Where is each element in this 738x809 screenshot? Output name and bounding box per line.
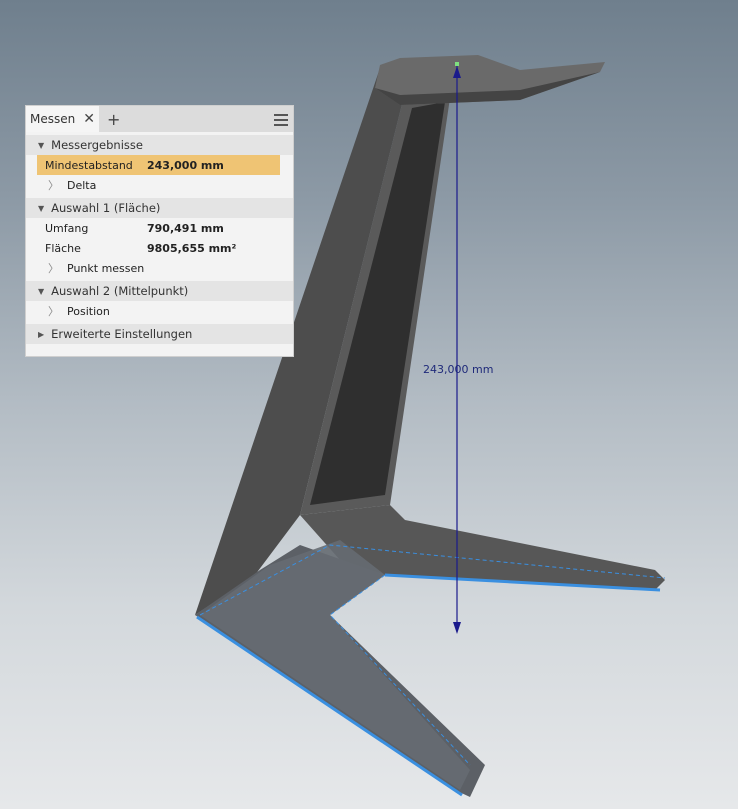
section-title: Auswahl 2 (Mittelpunkt) <box>51 284 189 298</box>
measure-panel: Messen ✕ + ▼ Messergebnisse Mindestabstan… <box>25 105 294 357</box>
hamburger-icon[interactable] <box>274 111 288 129</box>
section-title: Messergebnisse <box>51 138 143 152</box>
row-label: Mindestabstand <box>45 158 133 172</box>
delta-item[interactable]: 〉 Delta <box>26 175 293 195</box>
item-label: Position <box>67 304 110 318</box>
section-title: Erweiterte Einstellungen <box>51 327 193 341</box>
section-selection2[interactable]: ▼ Auswahl 2 (Mittelpunkt) <box>26 281 293 301</box>
area-row: Fläche 9805,655 mm² <box>26 238 293 258</box>
triangle-down-icon: ▼ <box>38 140 45 150</box>
row-value: 790,491 mm <box>147 221 224 235</box>
chevron-right-icon: 〉 <box>48 262 59 275</box>
triangle-down-icon: ▼ <box>38 286 45 296</box>
section-selection1[interactable]: ▼ Auswahl 1 (Fläche) <box>26 198 293 218</box>
triangle-right-icon: ▶ <box>38 329 45 339</box>
perimeter-row: Umfang 790,491 mm <box>26 218 293 238</box>
tab-label: Messen <box>30 112 76 126</box>
item-label: Punkt messen <box>67 261 145 275</box>
chevron-right-icon: 〉 <box>48 179 59 192</box>
tab-messen[interactable]: Messen ✕ <box>26 106 99 132</box>
dimension-label: 243,000 mm <box>423 363 494 376</box>
panel-tabbar: Messen ✕ + <box>26 106 293 132</box>
close-icon[interactable]: ✕ <box>83 111 95 127</box>
row-label: Umfang <box>45 221 89 235</box>
row-value: 9805,655 mm² <box>147 241 237 255</box>
min-distance-row[interactable]: Mindestabstand 243,000 mm <box>37 155 280 175</box>
section-title: Auswahl 1 (Fläche) <box>51 201 161 215</box>
section-results[interactable]: ▼ Messergebnisse <box>26 135 293 155</box>
position-item[interactable]: 〉 Position <box>26 301 293 321</box>
section-advanced[interactable]: ▶ Erweiterte Einstellungen <box>26 324 293 344</box>
triangle-down-icon: ▼ <box>38 203 45 213</box>
item-label: Delta <box>67 178 97 192</box>
plus-icon[interactable]: + <box>107 110 120 129</box>
row-value: 243,000 mm <box>147 158 224 172</box>
measure-point-item[interactable]: 〉 Punkt messen <box>26 258 293 278</box>
row-label: Fläche <box>45 241 81 255</box>
chevron-right-icon: 〉 <box>48 305 59 318</box>
